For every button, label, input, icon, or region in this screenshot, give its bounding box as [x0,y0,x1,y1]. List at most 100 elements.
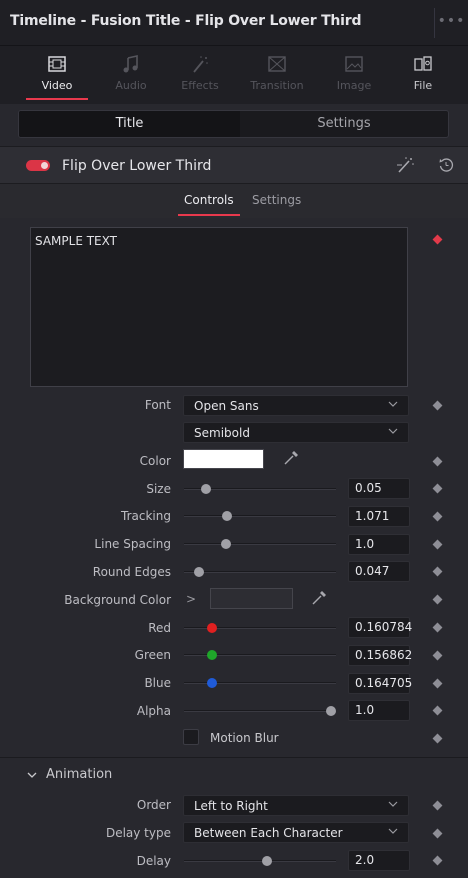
keyframe-tracking[interactable] [432,511,443,522]
tracking-input[interactable]: 1.071 [348,506,410,527]
tab-title[interactable]: Title [19,111,240,137]
red-slider[interactable] [184,623,336,633]
keyframe-alpha[interactable] [432,705,443,716]
size-input[interactable]: 0.05 [348,478,410,499]
font-style-value: Semibold [194,426,250,440]
line-spacing-input[interactable]: 1.0 [348,534,410,555]
order-dropdown[interactable]: Left to Right [183,795,409,816]
chevron-down-icon [388,828,398,834]
keyframe-line-spacing[interactable] [432,539,443,550]
line-spacing-label: Line Spacing [94,537,171,551]
line-spacing-slider[interactable] [184,539,336,549]
keyframe-blue[interactable] [432,678,443,689]
keyframe-delay-type[interactable] [432,828,443,839]
tab-video[interactable]: Video [22,54,92,102]
magic-wand-icon [193,56,208,73]
styled-text-input[interactable]: SAMPLE TEXT [30,227,408,387]
red-label: Red [148,621,171,635]
alpha-slider-knob[interactable] [326,706,336,716]
tracking-slider[interactable] [184,511,336,521]
round-edges-slider-knob[interactable] [193,567,204,577]
tab-effects[interactable]: Effects [165,54,235,102]
more-options-button[interactable]: ••• [434,8,468,38]
color-swatch[interactable] [183,449,264,469]
tab-audio[interactable]: Audio [96,54,166,102]
chevron-right-icon[interactable]: > [186,592,196,606]
size-slider-knob[interactable] [201,484,212,494]
tab-file-label: File [413,79,433,92]
tab-effects-label: Effects [181,79,219,92]
font-family-value: Open Sans [194,399,259,413]
keyframe-color[interactable] [432,456,443,467]
chevron-down-icon [388,401,398,407]
tab-settings[interactable]: Settings [240,111,448,137]
delay-slider[interactable] [184,856,336,866]
alpha-input[interactable]: 1.0 [348,700,410,721]
size-label: Size [146,482,171,496]
delay-type-dropdown[interactable]: Between Each Character [183,822,409,843]
font-family-dropdown[interactable]: Open Sans [183,395,409,416]
round-edges-slider[interactable] [184,567,336,577]
size-slider[interactable] [184,484,336,494]
reset-icon[interactable] [438,157,454,173]
keyframe-background-color[interactable] [432,594,443,605]
chevron-down-icon [27,772,37,778]
tab-audio-label: Audio [115,79,147,92]
tab-file[interactable]: File [388,54,458,102]
background-color-swatch[interactable] [210,588,293,609]
round-edges-label: Round Edges [92,565,171,579]
line-spacing-slider-knob[interactable] [220,539,231,549]
motion-blur-label: Motion Blur [210,731,279,745]
keyframe-order[interactable] [432,800,443,811]
tracking-slider-knob[interactable] [222,511,233,521]
file-icon [414,56,432,71]
tab-video-label: Video [41,79,73,92]
film-icon [48,56,66,72]
eyedropper-icon[interactable] [310,589,328,607]
magic-wand-icon[interactable] [394,155,416,175]
transition-icon [268,56,286,72]
keyframe-red[interactable] [432,622,443,633]
font-style-dropdown[interactable]: Semibold [183,422,409,443]
keyframe-font[interactable] [432,400,443,411]
alpha-slider[interactable] [184,706,336,716]
animation-section-header[interactable]: Animation [0,758,468,792]
order-label: Order [136,798,171,812]
motion-blur-checkbox[interactable] [183,729,199,745]
tab-image-label: Image [336,79,372,92]
blue-input[interactable]: 0.164705 [348,673,412,694]
red-input[interactable]: 0.160784 [348,617,412,638]
window-title: Timeline - Fusion Title - Flip Over Lowe… [10,13,362,29]
alpha-label: Alpha [136,704,171,718]
tab-controls-label: Controls [184,193,234,207]
delay-type-value: Between Each Character [194,826,343,840]
keyframe-green[interactable] [432,650,443,661]
effect-enable-toggle[interactable] [26,160,50,171]
red-slider-knob[interactable] [206,623,217,633]
eyedropper-icon[interactable] [282,449,300,467]
keyframe-size[interactable] [432,483,443,494]
green-input[interactable]: 0.156862 [348,645,412,666]
keyframe-round-edges[interactable] [432,566,443,577]
active-tab-indicator [178,214,240,216]
inspector-tabs: Video Audio Effects Transition Image Fil… [0,46,468,104]
delay-input[interactable]: 2.0 [348,850,410,871]
tab-controls-settings[interactable]: Settings [252,193,301,207]
keyframe-delay[interactable] [432,855,443,866]
title-bar: Timeline - Fusion Title - Flip Over Lowe… [0,0,468,46]
delay-slider-knob[interactable] [262,856,273,866]
blue-slider[interactable] [184,678,336,688]
keyframe-motion-blur[interactable] [432,733,443,744]
tab-image[interactable]: Image [319,54,389,102]
blue-label: Blue [144,676,171,690]
green-slider-knob[interactable] [206,650,217,660]
keyframe-text[interactable] [432,234,443,245]
effect-name: Flip Over Lower Third [62,158,212,174]
green-slider[interactable] [184,650,336,660]
music-note-icon [123,55,138,73]
round-edges-input[interactable]: 0.047 [348,561,410,582]
tab-controls[interactable]: Controls [178,193,240,216]
tab-transition[interactable]: Transition [242,54,312,102]
font-label: Font [144,398,171,412]
blue-slider-knob[interactable] [206,678,217,688]
